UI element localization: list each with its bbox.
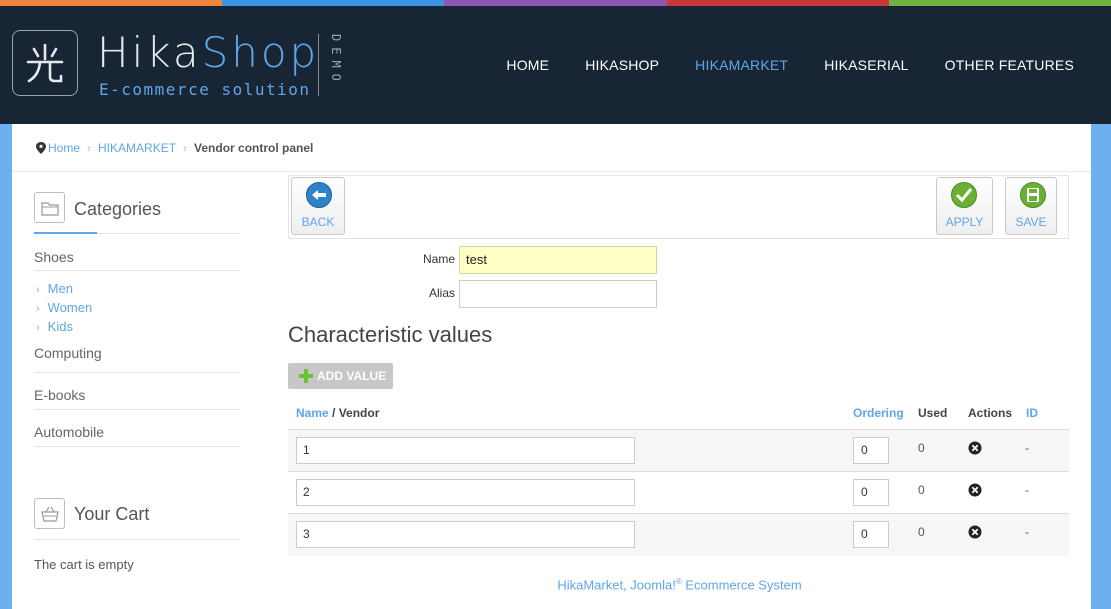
logo-link[interactable] [12,30,78,96]
header-name-vendor: Name / Vendor [296,406,379,420]
subcategory-label: Men [47,281,73,296]
nav-hikamarket[interactable]: HIKAMARKET [695,57,788,73]
check-icon [951,182,977,208]
footer-suffix: Ecommerce System [681,577,802,593]
ordering-input[interactable]: 0 [853,437,889,464]
used-count: 0 [918,483,925,497]
value-input[interactable]: 3 [296,521,635,548]
category-e-books[interactable]: E-books [34,373,240,410]
back-label: BACK [301,215,335,229]
shoes-subcategories: › Men › Women › Kids [34,281,240,338]
row-id: - [1025,483,1029,497]
map-pin-icon [36,142,46,154]
back-arrow-icon [306,182,332,208]
main-nav: HOME HIKASHOP HIKAMARKET HIKASERIAL OTHE… [506,57,1074,73]
sidebar: Categories Shoes › Men › Women › Kids Compu… [34,172,240,447]
name-input[interactable]: test [459,246,657,274]
nav-other-features[interactable]: OTHER FEATURES [945,57,1074,73]
categories-title: Categories [74,199,162,219]
category-computing[interactable]: Computing [34,338,240,373]
ordering-input[interactable]: 0 [853,479,889,506]
basket-icon [34,498,65,529]
apply-button[interactable]: APPLY [936,177,993,235]
delete-icon[interactable] [968,441,982,455]
brand-name-part2: Shop [201,28,320,77]
cart-module: Your Cart The cart is empty [34,494,240,572]
demo-label: DEMO [329,34,343,87]
categories-underline [34,232,97,234]
ordering-input[interactable]: 0 [853,521,889,548]
nav-hikashop[interactable]: HIKASHOP [585,57,659,73]
nav-home[interactable]: HOME [506,57,549,73]
brand-tagline: E-commerce solution [99,80,311,99]
add-value-label: ADD VALUE [317,369,387,383]
alias-input[interactable] [459,280,657,308]
plus-icon [299,369,313,383]
save-button[interactable]: SAVE [1005,177,1057,235]
sort-by-ordering[interactable]: Ordering [853,406,904,420]
add-value-button[interactable]: ADD VALUE [288,363,393,389]
subcategory-kids[interactable]: › Kids [36,319,240,338]
cart-title: Your Cart [74,504,150,524]
site-header: HikaShop E-commerce solution DEMO HOME H… [0,6,1111,124]
kanji-hikari-logo-icon [26,43,64,83]
cart-empty-text: The cart is empty [34,557,134,572]
subcategory-label: Women [47,300,93,315]
nav-hikaserial[interactable]: HIKASERIAL [824,57,908,73]
chevron-right-icon: › [36,322,40,334]
cart-header: Your Cart [34,494,240,540]
values-table: Name / Vendor Ordering Used Actions ID 1… [288,397,1069,556]
value-input[interactable]: 2 [296,479,635,506]
name-label: Name [423,252,456,266]
breadcrumb: Home › HIKAMARKET › Vendor control panel [12,124,1091,172]
footer-link[interactable]: HikaMarket, Joomla!® Ecommerce System [288,577,1069,592]
table-header: Name / Vendor Ordering Used Actions ID [288,397,1069,430]
brand-name: HikaShop [97,28,319,77]
back-button[interactable]: BACK [291,177,345,235]
sort-by-name[interactable]: Name [296,406,329,420]
logo-divider [318,34,319,96]
main-content: BACK APPLY SAVE Name test Alias Characte… [288,172,1069,592]
folder-icon [34,192,65,223]
floppy-save-icon [1020,182,1046,208]
breadcrumb-hikamarket[interactable]: HIKAMARKET [98,141,176,155]
breadcrumb-separator-icon: › [87,141,92,155]
alias-label: Alias [429,286,456,300]
subcategory-women[interactable]: › Women [36,300,240,319]
header-vendor: / Vendor [328,406,380,420]
row-id: - [1025,525,1029,539]
brand-name-part1: Hika [97,28,202,77]
sort-by-id[interactable]: ID [1026,406,1038,420]
category-shoes: Shoes › Men › Women › Kids [34,234,240,338]
table-row: 1 0 0 - [288,430,1069,472]
table-row: 3 0 0 - [288,514,1069,556]
table-row: 2 0 0 - [288,472,1069,514]
subcategory-men[interactable]: › Men [36,281,240,300]
value-input[interactable]: 1 [296,437,635,464]
page-body: Home › HIKAMARKET › Vendor control panel… [12,124,1091,609]
category-shoes-link[interactable]: Shoes [34,234,240,271]
row-id: - [1025,441,1029,455]
breadcrumb-separator-icon: › [183,141,188,155]
save-label: SAVE [1015,215,1047,229]
subcategory-label: Kids [47,319,73,334]
category-automobile[interactable]: Automobile [34,410,240,447]
apply-label: APPLY [945,215,984,229]
chevron-right-icon: › [36,303,40,315]
categories-header: Categories [34,172,240,234]
delete-icon[interactable] [968,525,982,539]
header-actions: Actions [968,406,1013,420]
breadcrumb-home[interactable]: Home [48,141,80,155]
footer-prefix: HikaMarket, Joomla! [557,577,676,593]
chevron-right-icon: › [36,284,40,296]
section-title: Characteristic values [288,322,493,347]
used-count: 0 [918,525,925,539]
header-used: Used [918,406,948,420]
toolbar: BACK APPLY SAVE [288,175,1069,239]
breadcrumb-current: Vendor control panel [194,141,314,155]
delete-icon[interactable] [968,483,982,497]
used-count: 0 [918,441,925,455]
